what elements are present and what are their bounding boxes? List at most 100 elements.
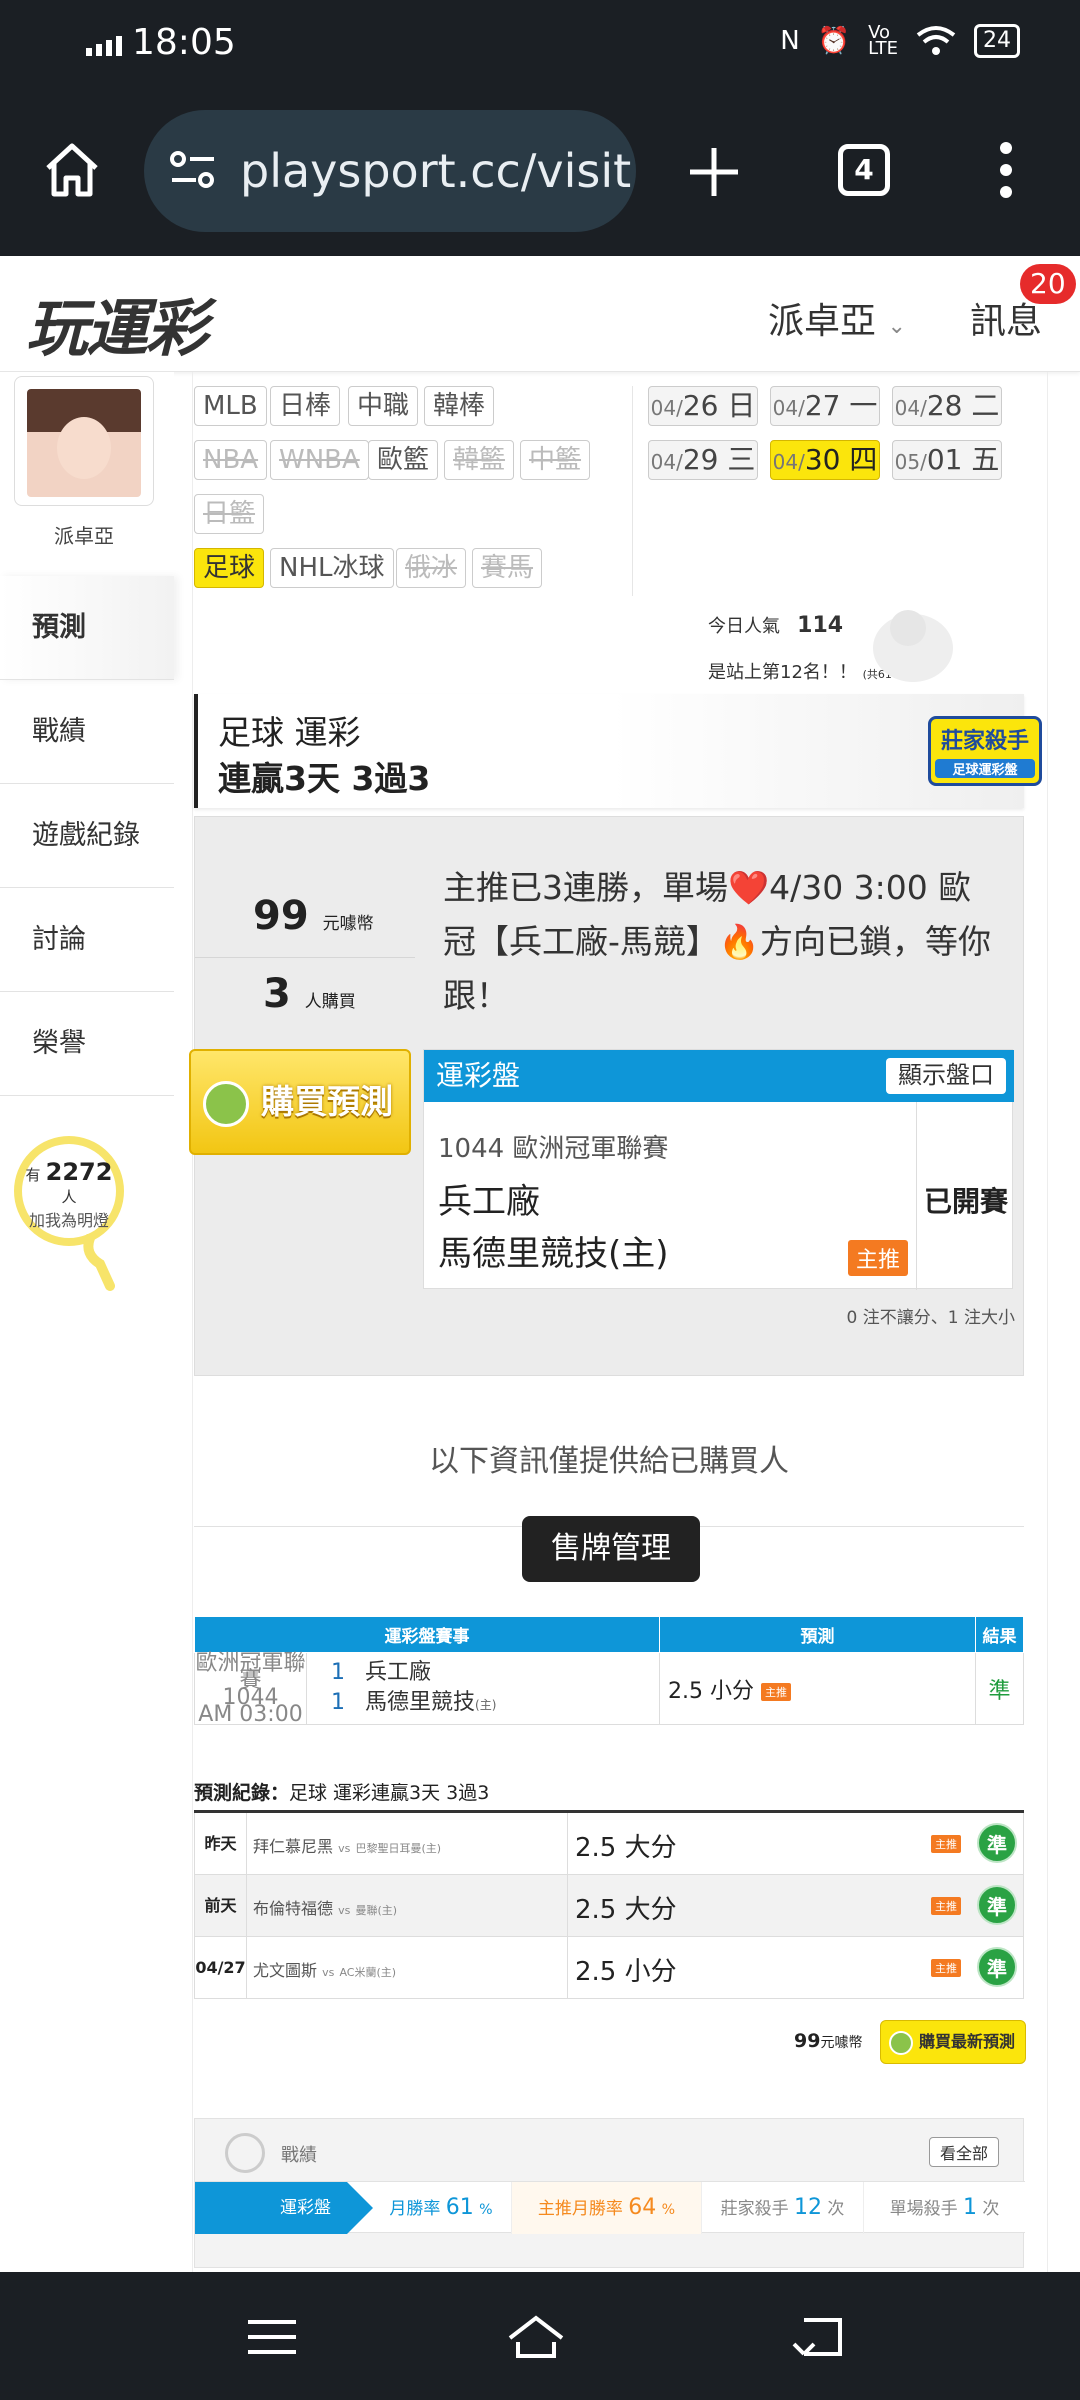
sidebar-item-honor[interactable]: 榮譽 <box>0 992 174 1096</box>
recent-apps-icon[interactable] <box>242 2312 302 2362</box>
game-status: 已開賽 <box>924 1185 1009 1218</box>
sport-tag: NBA <box>194 440 268 480</box>
popularity: 今日人氣 114 <box>708 613 844 638</box>
volte-icon: Vo LTE <box>868 22 898 59</box>
buy-prediction-button[interactable]: 購買預測 <box>189 1049 411 1155</box>
avatar-frame[interactable] <box>14 376 154 506</box>
sport-tag[interactable]: 中職 <box>348 386 419 426</box>
pick-cell: 2.5 小分 主推 <box>659 1652 976 1725</box>
sidebar-item-predict[interactable]: 預測 <box>0 576 174 680</box>
stats-panel: 戰績 看全部 運彩盤 月勝率 61 % 主推月勝率 64 % 莊家殺手 12 次… <box>194 2118 1025 2268</box>
manage-sales-button[interactable]: 售牌管理 <box>522 1516 700 1582</box>
user-menu[interactable]: 派卓亞 ⌄ <box>768 292 906 344</box>
list-item: 昨天 拜仁慕尼黑 vs 巴黎聖日耳曼(主) 2.5 大分 主推 準 <box>194 1813 1024 1875</box>
table-header: 結果 <box>975 1616 1024 1653</box>
list-item: 04/27 尤文圖斯 vs AC米蘭(主) 2.5 小分 主推 準 <box>194 1937 1024 1999</box>
killer-count: 莊家殺手 12 次 <box>701 2182 863 2234</box>
result-badge: 準 <box>977 1823 1017 1863</box>
site-logo[interactable]: 玩運彩 <box>26 278 208 368</box>
mascot-icon <box>873 610 953 682</box>
result-badge: 準 <box>977 1885 1017 1925</box>
home-nav-icon[interactable] <box>506 2312 566 2362</box>
sport-tag: WNBA <box>270 440 369 480</box>
main-pick-rate: 主推月勝率 64 % <box>511 2182 701 2234</box>
game-teams: 1 兵工廠 1 馬德里競技(主) <box>306 1652 660 1725</box>
divider <box>195 957 415 958</box>
history-list: 昨天 拜仁慕尼黑 vs 巴黎聖日耳曼(主) 2.5 大分 主推 準 前天 布倫特… <box>194 1810 1024 1999</box>
killer-badge: 莊家殺手 足球運彩盤 <box>928 716 1042 786</box>
see-all-button[interactable]: 看全部 <box>928 2137 999 2167</box>
url-text: playsport.cc/visit <box>240 144 632 198</box>
fans-count-line: 有 2272 人 <box>25 1158 113 1206</box>
fans-lamp[interactable]: 有 2272 人 加我為明燈 <box>14 1136 124 1246</box>
stats-label: 戰績 <box>281 2145 317 2166</box>
messages-count-badge: 20 <box>1020 264 1076 304</box>
sidebar-item-discussion[interactable]: 討論 <box>0 888 174 992</box>
site-header: 玩運彩 派卓亞 ⌄ 訊息 20 <box>0 256 1080 372</box>
browser-toolbar: playsport.cc/visit 4 <box>0 88 1080 256</box>
date-tab[interactable]: 04/27 一 <box>770 386 880 426</box>
sport-tag[interactable]: 歐籃 <box>368 440 439 480</box>
stats-bar: 運彩盤 月勝率 61 % 主推月勝率 64 % 莊家殺手 12 次 單場殺手 1… <box>195 2181 1025 2234</box>
site-settings-icon[interactable] <box>170 150 216 190</box>
battery-icon: 24 <box>974 24 1020 58</box>
date-tab-active[interactable]: 04/30 四 <box>770 440 880 480</box>
sport-tag: 中籃 <box>520 440 591 480</box>
main-content: MLB 日棒 中職 韓棒 NBA WNBA 歐籃 韓籃 中籃 日籃 足球 NHL… <box>174 372 1042 2272</box>
buy-latest-button[interactable]: 購買最新預測 <box>880 2020 1026 2064</box>
result-table: 運彩盤賽事 預測 結果 歐洲冠軍聯賽 1044 AM 03:00 1 兵工廠 1馬… <box>194 1616 1024 1725</box>
sport-tag[interactable]: NHL冰球 <box>270 548 394 588</box>
show-odds-button[interactable]: 顯示盤口 <box>886 1058 1006 1094</box>
title-sport: 足球 運彩 <box>218 713 361 752</box>
user-name: 派卓亞 <box>768 301 877 342</box>
away-team: 兵工廠 <box>438 1182 540 1222</box>
system-nav-bar <box>0 2272 1080 2400</box>
odds-panel: 運彩盤 顯示盤口 1044 歐洲冠軍聯賽 兵工廠 馬德里競技(主) 主推 已開賽 <box>423 1049 1014 1290</box>
result-badge: 準 <box>977 1947 1017 1987</box>
sidebar-item-game-log[interactable]: 遊戲紀錄 <box>0 784 174 888</box>
result-cell: 準 <box>975 1652 1024 1725</box>
status-bar: 18:05 N ⏰ Vo LTE 24 <box>0 0 1080 88</box>
sport-tag: 俄冰 <box>396 548 467 588</box>
date-tab[interactable]: 04/29 三 <box>648 440 758 480</box>
date-tab[interactable]: 05/01 五 <box>892 440 1002 480</box>
sport-tag[interactable]: 韓棒 <box>424 386 495 426</box>
more-menu-icon[interactable] <box>996 142 1016 202</box>
address-bar[interactable]: playsport.cc/visit <box>144 110 636 232</box>
sidebar: 派卓亞 預測 戰績 遊戲紀錄 討論 榮譽 有 2272 人 加我為明燈 <box>0 372 174 2272</box>
signal-icon <box>86 36 122 56</box>
divider <box>632 386 633 596</box>
target-icon <box>225 2133 265 2173</box>
game-info: 歐洲冠軍聯賽 1044 AM 03:00 <box>194 1650 307 1727</box>
buyer-only-note: 以下資訊僅提供給已購買人 <box>429 1444 789 1479</box>
new-tab-icon[interactable] <box>686 144 742 200</box>
fans-note: 加我為明燈 <box>28 1211 109 1230</box>
price: 99 元噱幣 <box>253 893 374 939</box>
light-bulb-icon <box>83 1234 115 1291</box>
sport-tag[interactable]: 日棒 <box>270 386 341 426</box>
sport-tag: 韓籃 <box>444 440 515 480</box>
prediction-title: 足球 運彩 連贏3天 3過3 莊家殺手 足球運彩盤 <box>194 694 1042 808</box>
date-tab[interactable]: 04/26 日 <box>648 386 758 426</box>
table-row: 歐洲冠軍聯賽 1044 AM 03:00 1 兵工廠 1 馬德里競技(主) 2.5 … <box>194 1650 1024 1727</box>
divider <box>916 1102 917 1290</box>
tab-switcher-button[interactable]: 4 <box>838 144 890 196</box>
table-header: 預測 <box>659 1616 976 1653</box>
latest-price: 99元噱幣 <box>794 2030 863 2052</box>
sport-tag-active[interactable]: 足球 <box>194 548 265 588</box>
main-pick-tag: 主推 <box>760 1682 791 1701</box>
date-tab[interactable]: 04/28 二 <box>892 386 1002 426</box>
sport-tag: 日籃 <box>194 494 265 534</box>
alarm-icon: ⏰ <box>817 26 851 56</box>
history-title: 預測紀錄：足球 運彩連贏3天 3過3 <box>194 1782 490 1804</box>
wifi-icon <box>916 26 956 55</box>
clock: 18:05 <box>132 22 236 63</box>
back-icon[interactable] <box>790 2312 850 2362</box>
stats-tab[interactable]: 運彩盤 <box>195 2182 373 2234</box>
buyer-count: 3 人購買 <box>263 971 356 1017</box>
title-streak: 連贏3天 3過3 <box>218 759 431 798</box>
sidebar-item-record[interactable]: 戰績 <box>0 680 174 784</box>
home-icon[interactable] <box>40 138 104 202</box>
single-killer-count: 單場殺手 1 次 <box>863 2182 1025 2234</box>
sport-tag[interactable]: MLB <box>194 386 267 426</box>
